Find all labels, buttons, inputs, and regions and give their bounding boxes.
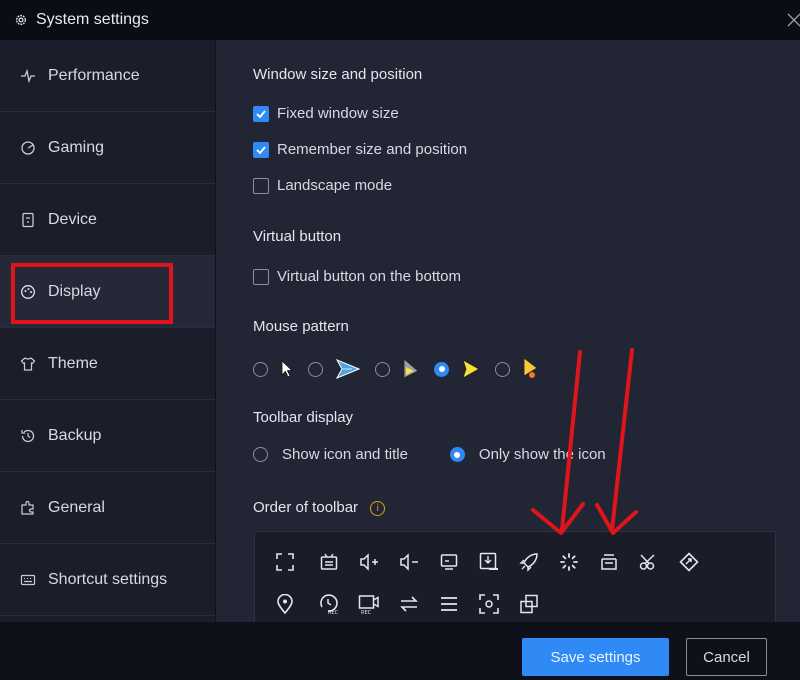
mouse-pattern-option-4[interactable] (434, 358, 481, 380)
sidebar-item-label: Display (48, 282, 101, 300)
cancel-button[interactable]: Cancel (686, 638, 767, 676)
virtual-button-bottom-checkbox[interactable]: Virtual button on the bottom (253, 268, 461, 285)
menu-icon[interactable] (437, 592, 461, 616)
radio-icon (253, 447, 268, 462)
checkbox-label: Fixed window size (277, 105, 399, 122)
sidebar-item-shortcut-settings[interactable]: Shortcut settings (0, 544, 215, 616)
toolbar-order-box: REC REC (254, 531, 776, 622)
phone-icon (22, 212, 34, 227)
volume-up-icon[interactable] (357, 550, 381, 574)
blue-arrow-cursor-icon (335, 358, 361, 380)
sidebar-item-label: Gaming (48, 138, 105, 156)
keyboard-mapping-icon[interactable] (317, 550, 341, 574)
mouse-pattern-option-1[interactable] (253, 359, 294, 379)
radio-icon (308, 361, 323, 377)
dialog-footer: Save settings Cancel (0, 622, 800, 680)
yellow-orange-cursor-icon (523, 357, 538, 378)
screenshot-icon[interactable] (477, 592, 501, 616)
display-settings-panel: Window size and position Fixed window si… (216, 40, 800, 622)
checkbox-unchecked-icon (253, 268, 269, 285)
print-icon[interactable] (597, 550, 621, 574)
rocket-icon[interactable] (517, 550, 541, 574)
sidebar-item-backup[interactable]: Backup (0, 400, 215, 472)
radio-label: Show icon and title (282, 446, 408, 463)
section-title-toolbar-display: Toolbar display (253, 409, 354, 426)
section-title-virtual-button: Virtual button (253, 228, 342, 245)
section-title-order-of-toolbar: Order of toolbar i (253, 499, 386, 516)
loading-icon[interactable] (557, 550, 581, 574)
white-arrow-cursor-icon (281, 360, 294, 378)
keyboard-icon (20, 574, 36, 585)
location-icon[interactable] (273, 592, 297, 616)
rotate-icon[interactable] (677, 550, 701, 574)
sidebar-item-label: Backup (48, 426, 102, 444)
remember-size-position-checkbox[interactable]: Remember size and position (253, 141, 467, 158)
sidebar-item-label: Performance (48, 66, 140, 84)
checkbox-label: Landscape mode (277, 177, 393, 194)
window-title: System settings (36, 11, 149, 28)
pulse-icon (21, 68, 35, 83)
mouse-pattern-option-5[interactable] (495, 357, 542, 381)
order-of-toolbar-label: Order of toolbar (253, 499, 359, 516)
swap-icon[interactable] (397, 592, 421, 616)
close-icon[interactable] (786, 10, 800, 30)
sidebar-item-label: Device (48, 210, 97, 228)
radio-icon (495, 361, 510, 377)
video-rec-icon[interactable]: REC (357, 592, 381, 616)
volume-down-icon[interactable] (397, 550, 421, 574)
gamepad-icon (21, 140, 35, 155)
radio-label: Only show the icon (478, 446, 606, 463)
settings-sidebar: Performance Gaming Device Display Theme … (0, 40, 216, 622)
sidebar-item-gaming[interactable]: Gaming (0, 112, 215, 184)
palette-icon (21, 284, 35, 299)
svg-text:REC: REC (328, 610, 339, 615)
radio-icon (253, 361, 268, 377)
sidebar-item-display[interactable]: Display (0, 256, 215, 328)
sidebar-item-device[interactable]: Device (0, 184, 215, 256)
history-icon (21, 429, 35, 442)
mouse-pattern-option-2[interactable] (308, 358, 361, 380)
screen-icon[interactable] (437, 550, 461, 574)
yellow-gray-cursor-icon (403, 358, 419, 379)
sidebar-item-general[interactable]: General (0, 472, 215, 544)
puzzle-icon (21, 500, 34, 515)
gear-icon (15, 14, 27, 26)
toolbar-display-options: Show icon and title Only show the icon (253, 446, 648, 463)
sidebar-item-label: General (48, 498, 105, 516)
only-show-icon-radio[interactable]: Only show the icon (449, 446, 606, 463)
scissors-icon[interactable] (637, 550, 661, 574)
fullscreen-icon[interactable] (273, 550, 297, 574)
radio-selected-icon (449, 447, 465, 462)
sidebar-item-label: Theme (48, 354, 98, 372)
checkbox-unchecked-icon (253, 177, 269, 194)
mouse-pattern-options (253, 356, 556, 382)
multi-window-icon[interactable] (517, 592, 541, 616)
show-icon-and-title-radio[interactable]: Show icon and title (253, 446, 408, 463)
checkbox-checked-icon (253, 141, 269, 158)
landscape-mode-checkbox[interactable]: Landscape mode (253, 177, 392, 194)
sidebar-item-label: Shortcut settings (48, 570, 168, 588)
save-settings-button[interactable]: Save settings (522, 638, 669, 676)
title-bar: System settings (0, 0, 800, 40)
yellow-arrow-cursor-icon (462, 359, 480, 379)
radio-selected-icon (434, 361, 449, 377)
rec-history-icon[interactable]: REC (317, 592, 341, 616)
checkbox-checked-icon (253, 105, 269, 122)
radio-icon (375, 361, 390, 377)
checkbox-label: Remember size and position (277, 141, 468, 158)
sidebar-item-theme[interactable]: Theme (0, 328, 215, 400)
checkbox-label: Virtual button on the bottom (277, 268, 462, 285)
shirt-icon (20, 356, 36, 371)
info-icon[interactable]: i (370, 500, 386, 516)
section-title-mouse-pattern: Mouse pattern (253, 318, 349, 335)
sidebar-item-performance[interactable]: Performance (0, 40, 215, 112)
fixed-window-size-checkbox[interactable]: Fixed window size (253, 105, 399, 122)
section-title-window: Window size and position (253, 66, 423, 83)
svg-text:REC: REC (361, 610, 372, 615)
apk-install-icon[interactable] (477, 550, 501, 574)
mouse-pattern-option-3[interactable] (375, 358, 420, 380)
